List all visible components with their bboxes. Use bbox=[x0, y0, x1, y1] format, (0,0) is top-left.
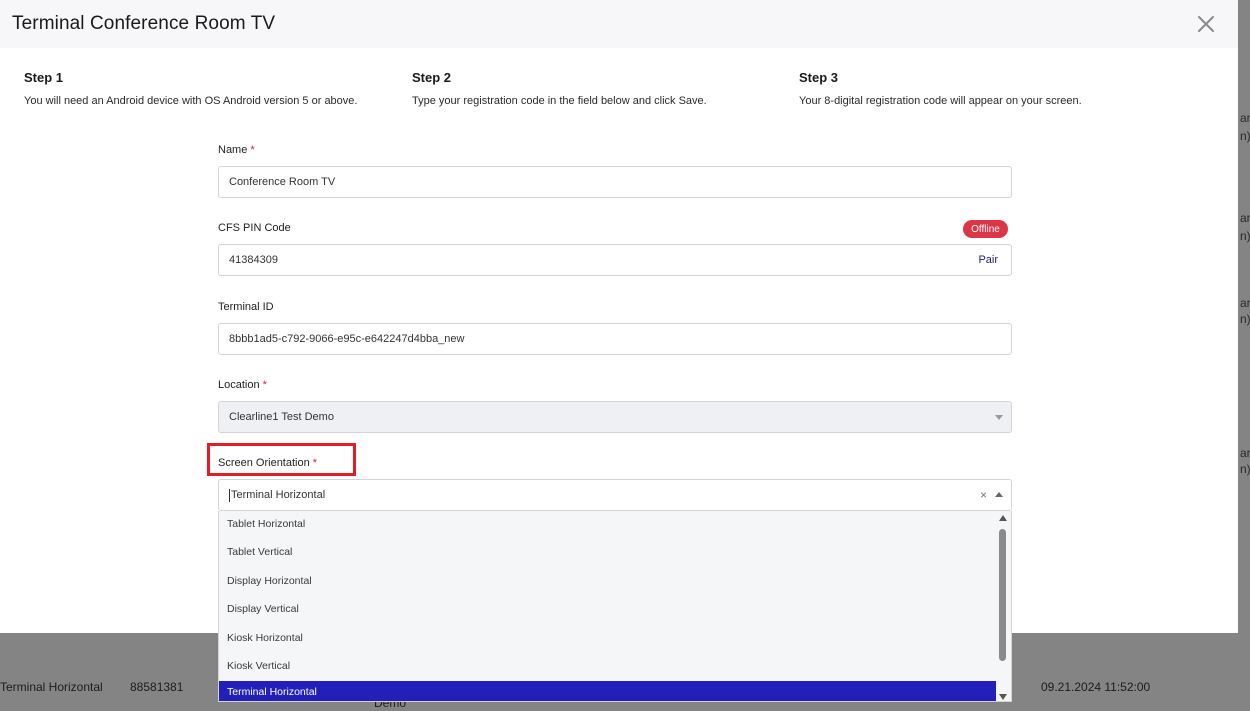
background-fragment: n) bbox=[1240, 462, 1250, 476]
clear-icon[interactable]: × bbox=[980, 488, 987, 502]
background-table-strip: ar n) ar n) ar n) ar n) bbox=[1238, 0, 1250, 633]
dropdown-scrollbar[interactable] bbox=[996, 511, 1011, 701]
terminal-id-value: 8bbb1ad5-c792-9066-e95c-e642247d4bba_new bbox=[229, 333, 465, 345]
step-description: You will need an Android device with OS … bbox=[24, 95, 358, 107]
pair-button[interactable]: Pair bbox=[978, 254, 998, 266]
background-fragment: n) bbox=[1240, 229, 1250, 243]
modal-title: Terminal Conference Room TV bbox=[12, 13, 276, 34]
scrollbar-thumb[interactable] bbox=[999, 529, 1006, 661]
location-label: Location * bbox=[218, 379, 267, 391]
background-fragment: ar bbox=[1240, 111, 1250, 125]
background-fragment: ar bbox=[1240, 446, 1250, 460]
background-fragment: ar bbox=[1240, 211, 1250, 225]
required-mark: * bbox=[262, 379, 267, 391]
dropdown-option[interactable]: Kiosk Horizontal bbox=[219, 627, 998, 649]
name-field[interactable]: Conference Room TV bbox=[218, 166, 1012, 198]
name-label: Name * bbox=[218, 144, 255, 156]
scroll-up-icon[interactable] bbox=[999, 515, 1007, 521]
dropdown-option-selected[interactable]: Terminal Horizontal bbox=[219, 681, 998, 701]
chevron-up-icon[interactable] bbox=[995, 492, 1003, 497]
steps-section: Step 1 You will need an Android device w… bbox=[24, 70, 1224, 120]
terminal-id-field[interactable]: 8bbb1ad5-c792-9066-e95c-e642247d4bba_new bbox=[218, 323, 1012, 355]
orientation-dropdown-list[interactable]: Tablet Horizontal Tablet Vertical Displa… bbox=[218, 511, 1012, 702]
step-3: Step 3 Your 8-digital registration code … bbox=[799, 70, 1082, 107]
location-value: Clearline1 Test Demo bbox=[229, 411, 334, 423]
highlight-box bbox=[207, 443, 356, 476]
required-mark: * bbox=[250, 144, 255, 156]
step-title: Step 2 bbox=[412, 70, 452, 85]
background-pin-cell: 88581381 bbox=[130, 680, 184, 694]
orientation-value: Terminal Horizontal bbox=[231, 489, 326, 501]
scroll-down-icon[interactable] bbox=[999, 694, 1007, 700]
dropdown-option[interactable]: Tablet Horizontal bbox=[219, 513, 998, 535]
close-icon[interactable] bbox=[1194, 12, 1218, 36]
name-label-text: Name bbox=[218, 144, 248, 156]
pin-label: CFS PIN Code bbox=[218, 222, 291, 234]
terminal-id-label: Terminal ID bbox=[218, 301, 274, 313]
location-select[interactable]: Clearline1 Test Demo bbox=[218, 401, 1012, 433]
step-1: Step 1 You will need an Android device w… bbox=[24, 70, 357, 107]
orientation-select[interactable]: Terminal Horizontal × bbox=[218, 479, 1012, 511]
dropdown-option[interactable]: Display Horizontal bbox=[219, 570, 998, 592]
name-value: Conference Room TV bbox=[229, 176, 336, 188]
background-fragment: n) bbox=[1240, 312, 1250, 326]
step-description: Your 8-digital registration code will ap… bbox=[799, 95, 1082, 107]
step-title: Step 1 bbox=[24, 70, 64, 85]
text-cursor bbox=[229, 488, 230, 502]
background-orientation-cell: Terminal Horizontal bbox=[0, 680, 103, 694]
status-badge: Offline bbox=[963, 220, 1008, 238]
background-fragment: n) bbox=[1240, 129, 1250, 143]
pin-field[interactable]: 41384309 Pair bbox=[218, 244, 1012, 276]
step-2: Step 2 Type your registration code in th… bbox=[412, 70, 707, 107]
step-title: Step 3 bbox=[799, 70, 839, 85]
chevron-down-icon bbox=[995, 415, 1003, 420]
background-datetime-cell: 09.21.2024 11:52:00 bbox=[1041, 680, 1151, 694]
dropdown-option[interactable]: Kiosk Vertical bbox=[219, 655, 998, 677]
step-description: Type your registration code in the field… bbox=[412, 95, 707, 107]
dropdown-option[interactable]: Display Vertical bbox=[219, 598, 998, 620]
modal-header: Terminal Conference Room TV bbox=[0, 0, 1238, 48]
pin-value: 41384309 bbox=[229, 254, 278, 266]
location-label-text: Location bbox=[218, 379, 260, 391]
dropdown-option[interactable]: Tablet Vertical bbox=[219, 541, 998, 563]
background-fragment: ar bbox=[1240, 296, 1250, 310]
